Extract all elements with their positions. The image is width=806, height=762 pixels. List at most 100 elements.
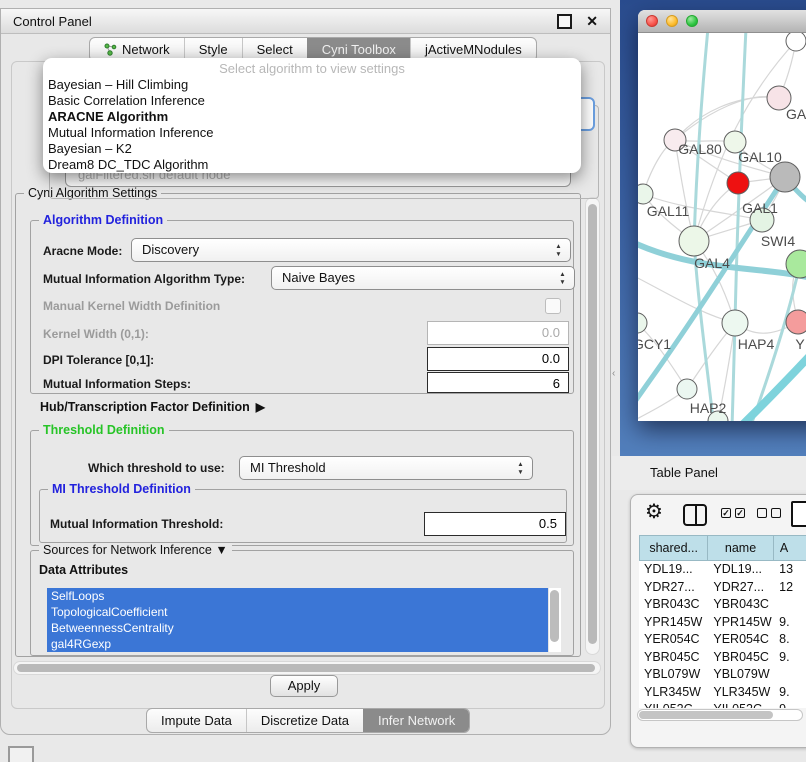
close-icon[interactable]: ✕ — [586, 14, 598, 28]
mi-threshold-field[interactable]: 0.5 — [424, 512, 566, 536]
attribute-item-selfloops[interactable]: SelfLoops — [47, 588, 561, 604]
attribute-item-gal4rgexp[interactable]: gal4RGexp — [47, 636, 561, 652]
attribute-item-betweennesscentrality[interactable]: BetweennessCentrality — [47, 620, 561, 636]
list-scrollbar[interactable] — [548, 588, 561, 652]
splitter-arrow-icon[interactable]: ‹ — [612, 368, 615, 379]
node-label: HAP4 — [738, 336, 775, 352]
node-label: GAL — [786, 106, 806, 122]
network-node[interactable] — [638, 184, 653, 204]
panel-title: Control Panel — [13, 14, 557, 29]
manual-kernel-checkbox[interactable] — [545, 298, 561, 314]
algorithm-item-mutual-information-inference[interactable]: Mutual Information Inference — [43, 125, 581, 141]
unchecked-pair-icon[interactable] — [757, 508, 781, 518]
node-label: GAL11 — [647, 203, 690, 219]
combo-arrows-icon: ▲▼ — [516, 461, 525, 476]
control-panel-titlebar: Control Panel ✕ — [1, 9, 610, 34]
dpi-tolerance-field[interactable]: 0.0 — [427, 347, 569, 371]
table-icon[interactable] — [791, 501, 806, 527]
column-header-name[interactable]: name — [708, 535, 774, 561]
aracne-mode-label: Aracne Mode: — [43, 244, 122, 258]
checked-pair-icon[interactable]: ✓✓ — [721, 508, 745, 518]
minimize-traffic-light[interactable] — [666, 15, 678, 27]
column-header-shared[interactable]: shared... — [639, 535, 708, 561]
dpi-tolerance-label: DPI Tolerance [0,1]: — [43, 353, 154, 367]
mi-threshold-label: Mutual Information Threshold: — [50, 517, 223, 531]
table-row[interactable]: YDR27...YDR27...12 — [639, 579, 806, 597]
algorithm-definition-group: Algorithm Definition Aracne Mode: Discov… — [30, 220, 574, 394]
settings-horizontal-scrollbar[interactable] — [13, 661, 601, 675]
mi-steps-field[interactable]: 6 — [427, 372, 569, 393]
network-node[interactable] — [722, 310, 748, 336]
table-panel-window: ⚙ ✓✓ shared...nameA YDL19...YDL19...13YD… — [630, 494, 806, 748]
cyni-algorithm-settings-group: Cyni Algorithm Settings Algorithm Defini… — [15, 193, 581, 657]
algorithm-item-basic-correlation-inference[interactable]: Basic Correlation Inference — [43, 93, 581, 109]
table-row[interactable]: YPR145WYPR145W9. — [639, 614, 806, 632]
tab-discretize-data[interactable]: Discretize Data — [246, 709, 363, 732]
settings-vertical-scrollbar[interactable] — [585, 197, 600, 655]
table-horizontal-scrollbar[interactable] — [637, 709, 803, 721]
algorithm-item-bayesian-hill-climbing[interactable]: Bayesian – Hill Climbing — [43, 77, 581, 93]
network-icon — [104, 43, 117, 56]
network-window-titlebar[interactable] — [638, 10, 806, 33]
close-traffic-light[interactable] — [646, 15, 658, 27]
tab-infer-network[interactable]: Infer Network — [363, 709, 469, 732]
node-label: GAL10 — [738, 149, 782, 165]
mi-threshold-group: MI Threshold Definition Mutual Informati… — [39, 489, 567, 543]
table-row[interactable]: YBR045CYBR045C9. — [639, 649, 806, 667]
gear-icon[interactable]: ⚙ — [645, 501, 663, 523]
node-label: GAL4 — [694, 255, 730, 271]
table-row[interactable]: YIL052CYIL052C9. — [639, 701, 806, 708]
algorithm-item-bayesian-k2[interactable]: Bayesian – K2 — [43, 141, 581, 157]
data-attributes-label: Data Attributes — [39, 563, 128, 577]
network-node[interactable] — [677, 379, 697, 399]
table-row[interactable]: YDL19...YDL19...13 — [639, 561, 806, 579]
mi-algorithm-type-select[interactable]: Naive Bayes ▲▼ — [271, 266, 575, 290]
column-header-a[interactable]: A — [774, 535, 806, 561]
kernel-width-field[interactable]: 0.0 — [427, 321, 569, 345]
network-node[interactable] — [727, 172, 749, 194]
table-row[interactable]: YER054CYER054C8. — [639, 631, 806, 649]
zoom-traffic-light[interactable] — [686, 15, 698, 27]
table-row[interactable]: YBL079WYBL079W — [639, 666, 806, 684]
network-node[interactable] — [770, 162, 800, 192]
kernel-width-label: Kernel Width (0,1): — [43, 327, 149, 341]
node-label: SWI4 — [761, 233, 795, 249]
sources-title[interactable]: Sources for Network Inference ▼ — [39, 543, 232, 558]
popup-placeholder: Select algorithm to view settings — [43, 60, 581, 77]
minimized-window-icon[interactable] — [8, 746, 34, 762]
columns-icon[interactable] — [683, 504, 707, 526]
float-window-icon[interactable] — [557, 14, 572, 29]
attribute-item-topologicalcoefficient[interactable]: TopologicalCoefficient — [47, 604, 561, 620]
threshold-definition-title: Threshold Definition — [39, 423, 169, 438]
algorithm-item-aracne-algorithm[interactable]: ARACNE Algorithm — [43, 109, 581, 125]
network-node[interactable] — [638, 313, 647, 333]
algorithm-dropdown-popup: Select algorithm to view settings Bayesi… — [43, 58, 581, 173]
network-node[interactable] — [786, 310, 806, 334]
network-canvas[interactable]: GALGAL80GAL10GAL1GAL11GAL4SWI4GCY1HAP4YH… — [638, 33, 806, 421]
node-label: HAP2 — [690, 400, 727, 416]
manual-kernel-label: Manual Kernel Width Definition — [43, 299, 220, 313]
aracne-mode-select[interactable]: Discovery ▲▼ — [131, 238, 571, 262]
collapse-arrow-icon: ▼ — [215, 543, 227, 557]
algorithm-definition-title: Algorithm Definition — [39, 213, 167, 228]
scrollbar-thumb[interactable] — [639, 711, 773, 719]
network-node[interactable] — [679, 226, 709, 256]
combo-arrows-icon: ▲▼ — [558, 271, 567, 286]
scrollbar-thumb[interactable] — [550, 590, 559, 642]
network-desktop: GALGAL80GAL10GAL1GAL11GAL4SWI4GCY1HAP4YH… — [620, 0, 806, 456]
apply-button[interactable]: Apply — [270, 675, 338, 697]
network-node[interactable] — [786, 33, 806, 51]
node-label: GAL1 — [742, 200, 778, 216]
which-threshold-select[interactable]: MI Threshold ▲▼ — [239, 456, 533, 480]
which-threshold-label: Which threshold to use: — [88, 461, 225, 475]
hub-transcription-expander[interactable]: Hub/Transcription Factor Definition▶ — [40, 400, 265, 414]
scrollbar-thumb[interactable] — [588, 204, 597, 644]
threshold-definition-group: Threshold Definition Which threshold to … — [30, 430, 574, 546]
tab-impute-data[interactable]: Impute Data — [147, 709, 246, 732]
algorithm-item-dream8-dc-tdc-algorithm[interactable]: Dream8 DC_TDC Algorithm — [43, 157, 581, 173]
cyni-bottom-tabbar: Impute DataDiscretize DataInfer Network — [146, 708, 470, 733]
scrollbar-thumb[interactable] — [17, 664, 595, 672]
node-label: GCY1 — [638, 336, 671, 352]
table-row[interactable]: YLR345WYLR345W9. — [639, 684, 806, 702]
table-row[interactable]: YBR043CYBR043C — [639, 596, 806, 614]
